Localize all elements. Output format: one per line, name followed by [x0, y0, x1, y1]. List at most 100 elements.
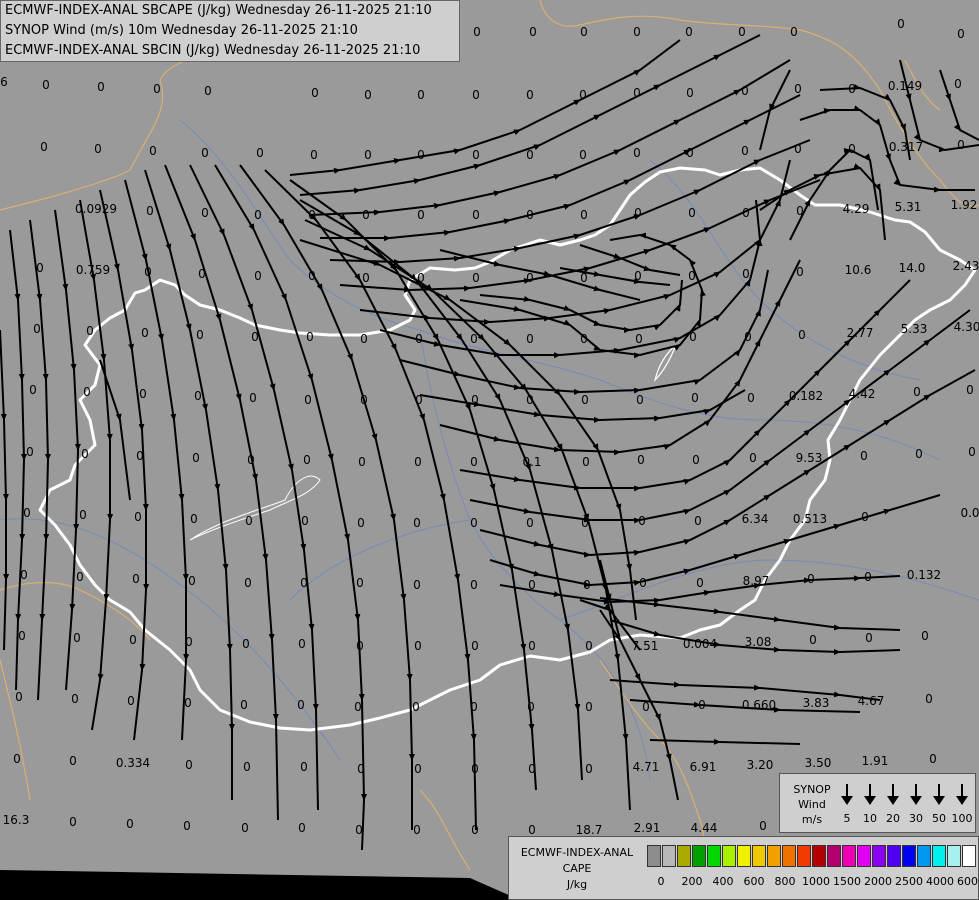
cape-value-label: 0 — [196, 328, 204, 342]
cape-value-label: 0 — [738, 25, 746, 39]
cape-value-label: 0 — [528, 762, 536, 776]
cape-value-label: 0.1 — [522, 455, 541, 469]
cape-value-label: 0 — [528, 823, 536, 837]
wind-legend-title-1: SYNOP — [793, 783, 831, 796]
cape-value-label: 0 — [153, 82, 161, 96]
cape-value-label: 0 — [580, 332, 588, 346]
cape-value-label: 0 — [473, 25, 481, 39]
wind-legend-label: 100 — [951, 812, 973, 825]
cape-color-swatch — [842, 845, 856, 867]
cape-value-label: 0 — [794, 82, 802, 96]
cape-color-swatch — [947, 845, 961, 867]
cape-value-label: 0 — [357, 516, 365, 530]
cape-value-label: 0 — [585, 700, 593, 714]
wind-arrow-icon — [951, 782, 973, 812]
cape-value-label: 0 — [865, 631, 873, 645]
cape-value-label: 0 — [303, 453, 311, 467]
cape-legend-tick: 1000 — [802, 875, 830, 888]
cape-value-label: 0 — [579, 88, 587, 102]
cape-value-label: 0.317 — [889, 140, 923, 154]
cape-value-label: 0 — [242, 637, 250, 651]
cape-value-label: 0 — [298, 637, 306, 651]
cape-value-label: 0 — [864, 570, 872, 584]
cape-value-label: 0 — [634, 269, 642, 283]
cape-value-label: 0.0 — [960, 506, 979, 520]
cape-value-label: 0 — [685, 25, 693, 39]
cape-value-label: 0 — [414, 455, 422, 469]
cape-value-label: 0 — [807, 572, 815, 586]
cape-value-label: 0 — [254, 208, 262, 222]
cape-value-label: 4.44 — [691, 821, 718, 835]
cape-legend-title-2: CAPE — [562, 862, 592, 875]
cape-color-swatch — [737, 845, 751, 867]
cape-value-label: 0 — [633, 146, 641, 160]
cape-color-swatch — [767, 845, 781, 867]
cape-value-label: 0 — [192, 451, 200, 465]
cape-legend-tick: 600 — [743, 875, 765, 888]
cape-value-label: 0 — [526, 393, 534, 407]
wind-legend-label: 10 — [863, 812, 877, 825]
cape-legend-title-3: J/kg — [566, 878, 588, 891]
wind-legend-label: 5 — [843, 812, 851, 825]
cape-value-label: 0 — [204, 84, 212, 98]
cape-value-label: 0 — [526, 332, 534, 346]
cape-legend-tick: 400 — [712, 875, 734, 888]
wind-arrow-icon — [859, 782, 881, 812]
cape-value-label: 0 — [580, 25, 588, 39]
cape-color-swatch — [782, 845, 796, 867]
cape-value-label: 0 — [33, 322, 41, 336]
cape-value-label: 0 — [42, 78, 50, 92]
cape-value-label: 0 — [304, 393, 312, 407]
cape-value-label: 0 — [243, 760, 251, 774]
cape-value-label: 0 — [470, 578, 478, 592]
cape-value-label: 0 — [310, 148, 318, 162]
cape-value-label: 0 — [188, 574, 196, 588]
wind-arrow-icon — [836, 782, 858, 812]
cape-value-label: 0 — [358, 455, 366, 469]
cape-value-label: 0 — [190, 512, 198, 526]
cape-value-label: 0 — [244, 576, 252, 590]
cape-value-label: 0 — [362, 271, 370, 285]
cape-value-label: 0 — [18, 629, 26, 643]
cape-color-swatch — [962, 845, 976, 867]
cape-color-swatch — [812, 845, 826, 867]
cape-value-label: 0 — [306, 330, 314, 344]
cape-value-label: 0 — [581, 516, 589, 530]
cape-value-label: 0 — [360, 393, 368, 407]
cape-value-label: 0 — [417, 88, 425, 102]
cape-value-label: 0.759 — [76, 263, 110, 277]
cape-value-label: 0 — [472, 271, 480, 285]
cape-value-label: 0 — [635, 332, 643, 346]
cape-value-label: 0 — [749, 451, 757, 465]
cape-value-label: 0 — [362, 208, 370, 222]
weather-map[interactable]: 00.12500000000060000000000000000.1490000… — [0, 0, 979, 900]
cape-color-swatch — [902, 845, 916, 867]
cape-value-label: 0 — [308, 269, 316, 283]
cape-value-label: 0 — [529, 25, 537, 39]
cape-value-label: 0 — [744, 330, 752, 344]
cape-value-label: 0 — [585, 639, 593, 653]
cape-value-label: 0.0929 — [75, 202, 117, 216]
cape-value-label: 0 — [415, 332, 423, 346]
cape-value-label: 2.91 — [634, 821, 661, 835]
cape-value-label: 0 — [76, 570, 84, 584]
cape-value-label: 0 — [413, 516, 421, 530]
cape-value-label: 0 — [694, 514, 702, 528]
cape-value-label: 4.71 — [633, 760, 660, 774]
title-box: ECMWF-INDEX-ANAL SBCAPE (J/kg) Wednesday… — [0, 0, 460, 62]
cape-value-label: 0 — [198, 267, 206, 281]
cape-value-label: 0 — [15, 690, 23, 704]
cape-value-label: 0 — [94, 142, 102, 156]
cape-value-label: 0 — [582, 455, 590, 469]
cape-value-label: 0 — [957, 138, 965, 152]
cape-value-label: 0 — [254, 269, 262, 283]
cape-value-label: 0 — [636, 393, 644, 407]
cape-value-label: 0 — [686, 146, 694, 160]
cape-value-label: 0 — [301, 514, 309, 528]
cape-value-label: 0 — [149, 144, 157, 158]
cape-value-label: 8.97 — [743, 574, 770, 588]
cape-value-label: 0 — [848, 142, 856, 156]
cape-value-label: 0 — [798, 328, 806, 342]
cape-value-label: 2.77 — [847, 326, 874, 340]
cape-value-label: 0 — [860, 449, 868, 463]
